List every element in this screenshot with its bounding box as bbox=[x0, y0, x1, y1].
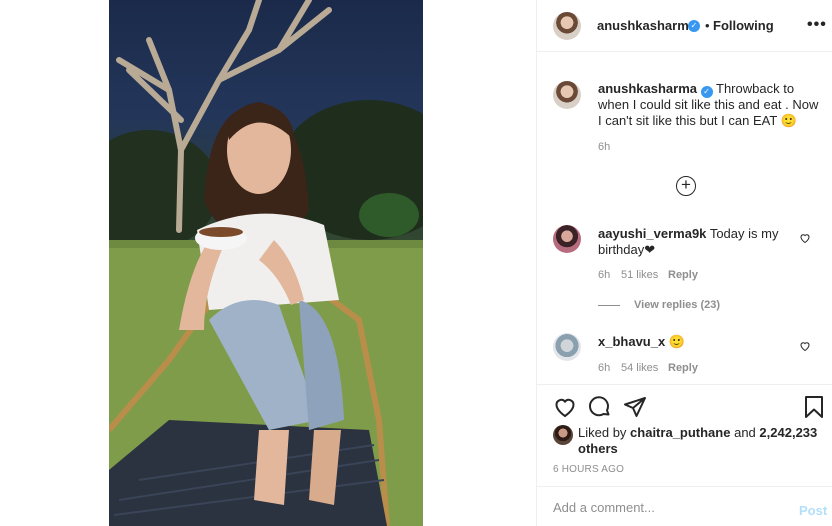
media-area bbox=[0, 0, 536, 526]
load-more-comments-icon[interactable]: + bbox=[676, 176, 696, 196]
view-replies-line bbox=[598, 305, 620, 306]
caption: anushkasharma ✓ Throwback to when I coul… bbox=[598, 81, 823, 129]
commenter-avatar[interactable] bbox=[553, 225, 581, 253]
comment-likes[interactable]: 51 likes bbox=[621, 269, 658, 281]
comment-2: x_bhavu_x 🙂 bbox=[598, 334, 798, 350]
comment-time[interactable]: 6h bbox=[598, 362, 610, 374]
shrub-right bbox=[359, 193, 419, 237]
comment-bubble-icon[interactable] bbox=[588, 395, 612, 419]
instagram-post-modal: anushkasharma ✓ • Following ••• anushkas… bbox=[0, 0, 832, 526]
save-bookmark-icon[interactable] bbox=[803, 395, 825, 419]
post-header: anushkasharma ✓ • Following ••• bbox=[537, 0, 832, 52]
following-button[interactable]: Following bbox=[713, 18, 774, 33]
comment-likes[interactable]: 54 likes bbox=[621, 362, 658, 374]
comment-username[interactable]: x_bhavu_x bbox=[598, 334, 665, 349]
caption-username[interactable]: anushkasharma bbox=[598, 81, 697, 96]
caption-verified-badge-icon: ✓ bbox=[700, 86, 713, 98]
post-details-panel: anushkasharma ✓ • Following ••• anushkas… bbox=[536, 0, 832, 526]
liked-by-user[interactable]: chaitra_puthane bbox=[630, 425, 730, 440]
comment-time[interactable]: 6h bbox=[598, 269, 610, 281]
comment-1: aayushi_verma9k Today is my birthday❤ bbox=[598, 226, 798, 258]
liked-by-prefix: Liked by bbox=[578, 425, 627, 440]
post-comment-button[interactable]: Post bbox=[799, 503, 827, 518]
liked-by-and: and bbox=[734, 425, 756, 440]
liked-by: Liked by chaitra_puthane and 2,242,233 o… bbox=[578, 425, 818, 457]
actions-divider bbox=[537, 384, 832, 385]
caption-avatar[interactable] bbox=[553, 81, 581, 109]
comment-like-heart-icon[interactable] bbox=[799, 232, 811, 244]
reply-button[interactable]: Reply bbox=[668, 362, 698, 374]
view-replies-button[interactable]: View replies (23) bbox=[634, 299, 720, 311]
add-comment-bar: Post bbox=[537, 486, 832, 526]
caption-time[interactable]: 6h bbox=[598, 141, 610, 153]
post-photo[interactable] bbox=[109, 0, 423, 526]
author-avatar[interactable] bbox=[553, 12, 581, 40]
like-heart-icon[interactable] bbox=[553, 395, 577, 419]
author-username[interactable]: anushkasharma bbox=[597, 18, 696, 33]
comment-username[interactable]: aayushi_verma9k bbox=[598, 226, 706, 241]
add-comment-input[interactable] bbox=[553, 497, 783, 517]
photo-illustration bbox=[109, 0, 423, 526]
commenter-avatar[interactable] bbox=[553, 333, 581, 361]
reply-button[interactable]: Reply bbox=[668, 269, 698, 281]
comment-like-heart-icon[interactable] bbox=[799, 340, 811, 352]
verified-badge-icon: ✓ bbox=[688, 20, 700, 32]
liker-avatar[interactable] bbox=[553, 425, 573, 445]
post-timestamp[interactable]: 6 HOURS AGO bbox=[553, 464, 624, 475]
more-options-icon[interactable]: ••• bbox=[807, 16, 827, 34]
follow-separator: • bbox=[705, 18, 710, 33]
share-paper-plane-icon[interactable] bbox=[623, 395, 647, 419]
comment-text: 🙂 bbox=[668, 334, 686, 349]
